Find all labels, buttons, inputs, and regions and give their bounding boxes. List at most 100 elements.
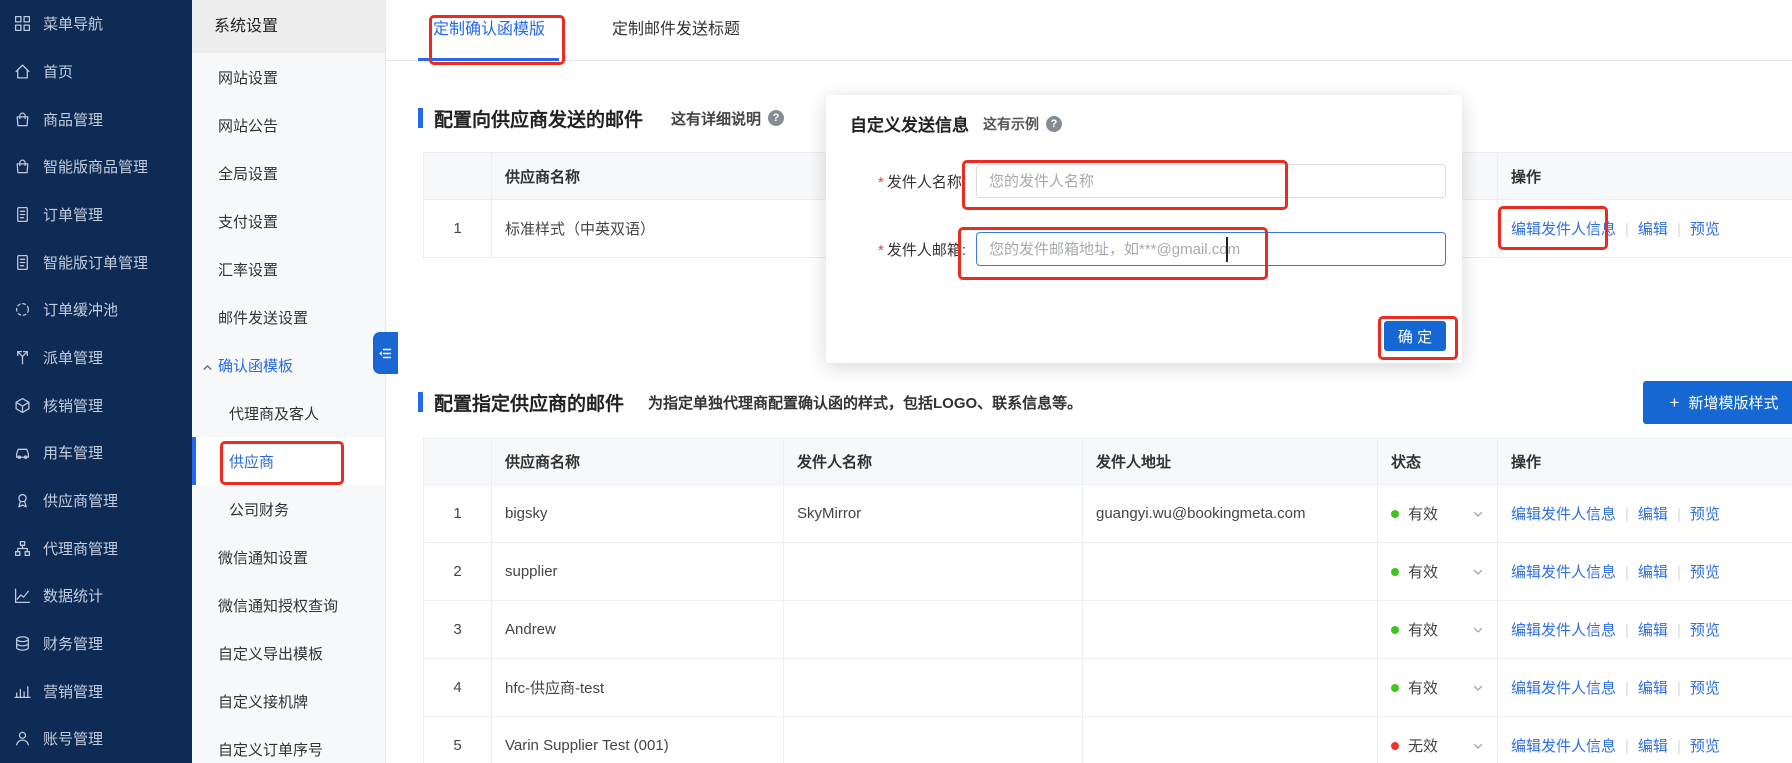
chevron-down-icon[interactable] (1472, 682, 1484, 694)
submenu-item-confirmation-template[interactable]: 确认函模板 (192, 341, 385, 389)
sidebar-item-order-buffer[interactable]: 订单缓冲池 (0, 286, 192, 334)
edit-link[interactable]: 编辑 (1638, 622, 1668, 639)
supplier-name-header: 供应商名称 (491, 438, 784, 485)
sidebar-item-label: 派单管理 (43, 350, 104, 368)
sidebar-item-smart-products[interactable]: 智能版商品管理 (0, 143, 192, 191)
section-specified-supplier-email: 配置指定供应商的邮件 为指定单独代理商配置确认函的样式，包括LOGO、联系信息等… (418, 387, 1082, 417)
status-cell: 有效 (1377, 542, 1498, 601)
submenu-item-agents-guests[interactable]: 代理商及客人 (192, 389, 385, 437)
submenu-item-exchange-rate[interactable]: 汇率设置 (192, 245, 385, 293)
chevron-down-icon[interactable] (1472, 624, 1484, 636)
submenu-item-custom-order-number[interactable]: 自定义订单序号 (192, 725, 385, 763)
submenu-item-payment-settings[interactable]: 支付设置 (192, 197, 385, 245)
help-icon[interactable]: ? (768, 110, 785, 126)
sidebar-item-statistics[interactable]: 数据统计 (0, 572, 192, 620)
submenu-item-custom-export-template[interactable]: 自定义导出模板 (192, 629, 385, 677)
submenu-item-website-settings[interactable]: 网站设置 (192, 53, 385, 101)
supplier-name-cell: bigsky (491, 484, 784, 543)
edit-sender-info-link[interactable]: 编辑发件人信息 (1511, 738, 1616, 755)
sender-address-cell (1082, 658, 1378, 717)
sidebar-item-orders[interactable]: 订单管理 (0, 191, 192, 239)
tab-custom-email-subject[interactable]: 定制邮件发送标题 (612, 0, 740, 60)
tab-custom-confirmation-template[interactable]: 定制确认函模版 (417, 0, 560, 61)
stats-chart-icon (14, 588, 31, 604)
edit-sender-info-link[interactable]: 编辑发件人信息 (1511, 680, 1616, 697)
edit-sender-info-link[interactable]: 编辑发件人信息 (1511, 221, 1616, 238)
chevron-up-icon (202, 360, 213, 377)
preview-link[interactable]: 预览 (1690, 506, 1720, 523)
sender-address-header: 发件人地址 (1082, 438, 1378, 485)
sidebar-item-smart-orders[interactable]: 智能版订单管理 (0, 238, 192, 286)
dispatch-arrows-icon (17, 351, 28, 365)
add-template-style-button[interactable]: + 新增模版样式 (1643, 381, 1792, 424)
sidebar-item-agents[interactable]: 代理商管理 (0, 524, 192, 572)
sidebar-item-suppliers[interactable]: 供应商管理 (0, 477, 192, 525)
separator: | (1676, 506, 1681, 523)
sidebar-item-accounts[interactable]: 账号管理 (0, 715, 192, 763)
submenu-item-label: 确认函模板 (218, 357, 294, 375)
sidebar-item-label: 首页 (43, 64, 74, 81)
sidebar-item-verification[interactable]: 核销管理 (0, 381, 192, 429)
status-dot-valid (1391, 625, 1399, 634)
edit-link[interactable]: 编辑 (1638, 221, 1668, 238)
sender-email-input[interactable] (976, 232, 1446, 266)
sender-name-input[interactable] (976, 164, 1446, 198)
actions-cell: 编辑发件人信息 | 编辑 | 预览 (1497, 484, 1792, 543)
sidebar-item-marketing[interactable]: 营销管理 (0, 667, 192, 715)
sidebar-item-products[interactable]: 商品管理 (0, 95, 192, 143)
submenu-item-wechat-auth-query[interactable]: 微信通知授权查询 (192, 581, 385, 629)
separator: | (1676, 738, 1681, 755)
edit-link[interactable]: 编辑 (1638, 564, 1668, 581)
chevron-down-icon[interactable] (1472, 508, 1484, 520)
supplier-medal-icon (18, 493, 27, 508)
preview-link[interactable]: 预览 (1690, 564, 1720, 581)
help-icon[interactable]: ? (1046, 115, 1062, 132)
preview-link[interactable]: 预览 (1690, 622, 1720, 639)
sidebar-item-finance[interactable]: 财务管理 (0, 620, 192, 668)
submenu-item-supplier[interactable]: 供应商 (192, 437, 385, 485)
sender-address-cell (1082, 600, 1378, 659)
sidebar-item-label: 营销管理 (43, 683, 104, 701)
submenu-item-wechat-notify[interactable]: 微信通知设置 (192, 533, 385, 581)
edit-link[interactable]: 编辑 (1638, 680, 1668, 697)
status-cell: 有效 (1377, 484, 1498, 543)
sender-name-cell (783, 600, 1083, 659)
preview-link[interactable]: 预览 (1690, 680, 1720, 697)
sender-name-cell (783, 542, 1083, 601)
separator: | (1676, 221, 1681, 238)
preview-link[interactable]: 预览 (1690, 738, 1720, 755)
edit-link[interactable]: 编辑 (1638, 738, 1668, 755)
submenu-item-global-settings[interactable]: 全局设置 (192, 149, 385, 197)
sender-name-label: * 发件人名称: (860, 171, 966, 192)
confirm-button[interactable]: 确 定 (1384, 321, 1446, 351)
sidebar-item-menu-nav[interactable]: 菜单导航 (0, 0, 192, 48)
order-doc-icon (17, 206, 28, 223)
supplier-name-cell: Andrew (491, 600, 784, 659)
submenu-item-website-notice[interactable]: 网站公告 (192, 101, 385, 149)
edit-sender-info-link[interactable]: 编辑发件人信息 (1511, 564, 1616, 581)
table-header-row: 供应商名称 发件人名称 发件人地址 状态 操作 (423, 438, 1792, 485)
preview-link[interactable]: 预览 (1690, 221, 1720, 238)
submenu-item-company-finance[interactable]: 公司财务 (192, 485, 385, 533)
sidebar-item-home[interactable]: 首页 (0, 48, 192, 96)
table-row: 2 supplier 有效 编辑发件人信息 | 编辑 | 预览 (423, 542, 1792, 601)
submenu-item-custom-pickup-sign[interactable]: 自定义接机牌 (192, 677, 385, 725)
edit-link[interactable]: 编辑 (1638, 506, 1668, 523)
chevron-down-icon[interactable] (1472, 566, 1484, 578)
sender-email-label: * 发件人邮箱: (860, 239, 966, 260)
sidebar-item-dispatch[interactable]: 派单管理 (0, 334, 192, 382)
edit-sender-info-link[interactable]: 编辑发件人信息 (1511, 622, 1616, 639)
submenu-item-email-send-settings[interactable]: 邮件发送设置 (192, 293, 385, 341)
section-hint: 这有详细说明 (671, 110, 762, 128)
status-dot-valid (1391, 683, 1399, 692)
sender-name-cell: SkyMirror (783, 484, 1083, 543)
edit-sender-info-link[interactable]: 编辑发件人信息 (1511, 506, 1616, 523)
sender-name-field-row: * 发件人名称: (826, 164, 1446, 198)
main-sidebar: 菜单导航 首页 商品管理 智能版商品管理 订单管理 智能版订单管理 订单缓冲池 (0, 0, 192, 763)
sidebar-item-vehicles[interactable]: 用车管理 (0, 429, 192, 477)
text-cursor (1226, 237, 1228, 262)
sidebar-item-label: 订单管理 (43, 207, 104, 225)
submenu-collapse-button[interactable] (373, 332, 398, 374)
chevron-down-icon[interactable] (1472, 740, 1484, 752)
status-label: 有效 (1408, 506, 1439, 523)
